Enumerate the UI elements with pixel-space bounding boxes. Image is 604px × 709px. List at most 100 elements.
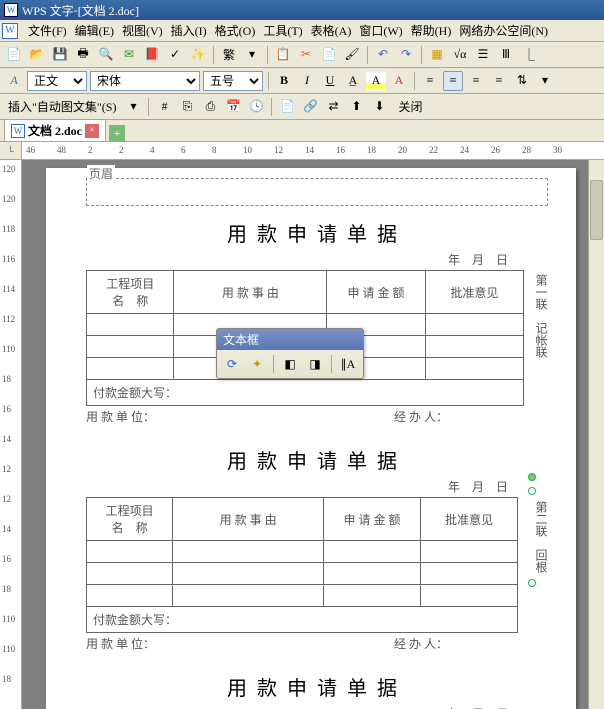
vertical-ruler[interactable]: 1201201181161141121101816141212141618110… bbox=[0, 160, 22, 709]
amount-words-row[interactable]: 付款金额大写： bbox=[87, 380, 524, 406]
page-num-button[interactable]: # bbox=[154, 97, 174, 117]
print-button[interactable]: 🖶 bbox=[73, 45, 93, 65]
table-cell[interactable] bbox=[173, 585, 324, 607]
open-button[interactable]: 📂 bbox=[27, 45, 47, 65]
preview-button[interactable]: 🔍 bbox=[96, 45, 116, 65]
text-direction-button[interactable]: ∥A bbox=[337, 353, 359, 375]
table-cell[interactable] bbox=[173, 541, 324, 563]
trad-dropdown[interactable]: ▾ bbox=[242, 45, 262, 65]
line-spacing-button[interactable]: ⇅ bbox=[512, 71, 532, 91]
break-link-button[interactable]: ✦ bbox=[246, 353, 268, 375]
prev-textbox-button[interactable]: ◧ bbox=[279, 353, 301, 375]
table-cell[interactable] bbox=[425, 336, 523, 358]
autotext-dropdown-icon[interactable]: ▾ bbox=[123, 97, 143, 117]
date-button[interactable]: 📅 bbox=[223, 97, 243, 117]
menu-format[interactable]: 格式(O) bbox=[211, 20, 260, 41]
font-combo[interactable]: 宋体 bbox=[90, 71, 200, 91]
table-cell[interactable] bbox=[87, 563, 173, 585]
table-cell[interactable] bbox=[425, 358, 523, 380]
redo-button[interactable]: ↷ bbox=[396, 45, 416, 65]
table-cell[interactable] bbox=[87, 585, 173, 607]
copy-button[interactable]: 📋 bbox=[273, 45, 293, 65]
table-cell[interactable] bbox=[421, 563, 518, 585]
time-button[interactable]: 🕓 bbox=[246, 97, 266, 117]
next-textbox-button[interactable]: ◨ bbox=[304, 353, 326, 375]
spell-button[interactable]: ✓ bbox=[165, 45, 185, 65]
table-cell[interactable] bbox=[87, 314, 174, 336]
selection-handle[interactable] bbox=[528, 579, 536, 587]
table-cell[interactable] bbox=[421, 541, 518, 563]
align-right-button[interactable]: ≡ bbox=[466, 71, 486, 91]
bold-button[interactable]: B bbox=[274, 71, 294, 91]
strike-button[interactable]: A̲ bbox=[343, 71, 363, 91]
style-combo[interactable]: 正文 bbox=[27, 71, 87, 91]
align-justify-button[interactable]: ≡ bbox=[489, 71, 509, 91]
table-cell[interactable] bbox=[324, 541, 421, 563]
menu-tools[interactable]: 工具(T) bbox=[259, 20, 306, 41]
save-button[interactable]: 💾 bbox=[50, 45, 70, 65]
scrollbar-thumb[interactable] bbox=[590, 180, 603, 240]
table-cell[interactable] bbox=[87, 541, 173, 563]
mail-button[interactable]: ✉ bbox=[119, 45, 139, 65]
format-painter-button[interactable]: 🖌 bbox=[342, 45, 362, 65]
new-button[interactable]: 📄 bbox=[4, 45, 24, 65]
more-button[interactable]: ▾ bbox=[535, 71, 555, 91]
size-combo[interactable]: 五号 bbox=[203, 71, 263, 91]
equation-button[interactable]: √α bbox=[450, 45, 470, 65]
menu-file[interactable]: 文件(F) bbox=[24, 20, 71, 41]
textbox-toolbar[interactable]: 文本框 ⟳ ✦ ◧ ◨ ∥A bbox=[216, 328, 364, 379]
format-pagenum-button[interactable]: ⎙ bbox=[200, 97, 220, 117]
table-cell[interactable] bbox=[324, 563, 421, 585]
menu-edit[interactable]: 编辑(E) bbox=[71, 20, 118, 41]
menu-insert[interactable]: 插入(I) bbox=[167, 20, 211, 41]
underline-button[interactable]: U bbox=[320, 71, 340, 91]
autotext-label[interactable]: 插入"自动图文集"(S) bbox=[4, 98, 120, 115]
italic-button[interactable]: I bbox=[297, 71, 317, 91]
link-textbox-button[interactable]: ⟳ bbox=[221, 353, 243, 375]
prev-section-button[interactable]: ⬆ bbox=[346, 97, 366, 117]
table-cell[interactable] bbox=[87, 336, 174, 358]
page-setup-button[interactable]: 📄 bbox=[277, 97, 297, 117]
paste-button[interactable]: 📄 bbox=[319, 45, 339, 65]
document-tab[interactable]: W 文档 2.doc × bbox=[4, 119, 106, 141]
menu-view[interactable]: 视图(V) bbox=[118, 20, 167, 41]
font-format-icon[interactable]: A bbox=[4, 71, 24, 91]
columns-button[interactable]: ☰ bbox=[473, 45, 493, 65]
table-cell[interactable] bbox=[173, 563, 324, 585]
table-cell[interactable] bbox=[421, 585, 518, 607]
undo-button[interactable]: ↶ bbox=[373, 45, 393, 65]
close-tab-icon[interactable]: × bbox=[85, 124, 99, 138]
rotation-handle[interactable] bbox=[528, 473, 536, 481]
align-left-button[interactable]: ≡ bbox=[420, 71, 440, 91]
switch-hf-button[interactable]: ⇄ bbox=[323, 97, 343, 117]
table-button[interactable]: ▦ bbox=[427, 45, 447, 65]
table-cell[interactable] bbox=[425, 314, 523, 336]
ruler-button[interactable]: Ⅲ bbox=[496, 45, 516, 65]
highlight-button[interactable]: A bbox=[366, 71, 386, 91]
textbox-toolbar-title[interactable]: 文本框 bbox=[217, 329, 363, 350]
amount-words-row[interactable]: 付款金额大写： bbox=[87, 607, 518, 633]
page-count-button[interactable]: ⎘ bbox=[177, 97, 197, 117]
ruler-corner[interactable]: └ bbox=[0, 142, 22, 160]
menu-table[interactable]: 表格(A) bbox=[307, 20, 356, 41]
align-center-button[interactable]: ≡ bbox=[443, 71, 463, 91]
link-prev-button[interactable]: 🔗 bbox=[300, 97, 320, 117]
selection-handle[interactable] bbox=[528, 487, 536, 495]
cut-button[interactable]: ✂ bbox=[296, 45, 316, 65]
close-hf-button[interactable]: 关闭 bbox=[392, 96, 428, 117]
trad-button[interactable]: 繁 bbox=[219, 45, 239, 65]
font-color-button[interactable]: A bbox=[389, 71, 409, 91]
wizard-button[interactable]: ✨ bbox=[188, 45, 208, 65]
outline-button[interactable]: ⎿ bbox=[519, 45, 539, 65]
side-label-2[interactable]: 第二联 回根 bbox=[530, 497, 548, 577]
menu-net[interactable]: 网络办公空间(N) bbox=[455, 20, 552, 41]
new-tab-button[interactable]: + bbox=[109, 125, 125, 141]
menu-window[interactable]: 窗口(W) bbox=[355, 20, 406, 41]
vertical-scrollbar[interactable] bbox=[588, 160, 604, 709]
horizontal-ruler[interactable]: └ 4648224681012141618202224262830 bbox=[0, 142, 604, 160]
table-cell[interactable] bbox=[87, 358, 174, 380]
document-canvas[interactable]: 页眉 用款申请单据 年 月 日 工程项目名 称 用 款 事 由 申 请 金 额 … bbox=[22, 160, 604, 709]
pdf-button[interactable]: 📕 bbox=[142, 45, 162, 65]
menu-help[interactable]: 帮助(H) bbox=[407, 20, 456, 41]
next-section-button[interactable]: ⬇ bbox=[369, 97, 389, 117]
